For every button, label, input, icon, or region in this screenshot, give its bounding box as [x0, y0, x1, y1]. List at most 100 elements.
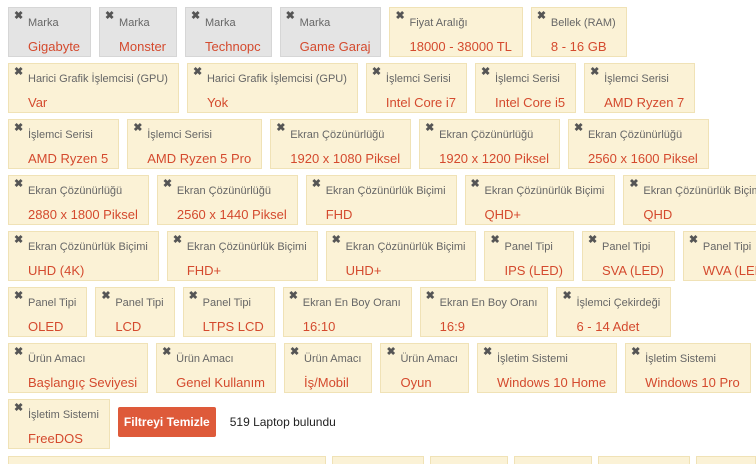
close-icon[interactable]: ✖	[14, 179, 23, 190]
close-icon[interactable]: ✖	[425, 123, 434, 134]
close-icon[interactable]: ✖	[193, 67, 202, 78]
close-icon[interactable]: ✖	[14, 403, 23, 414]
close-icon[interactable]: ✖	[590, 67, 599, 78]
filter-category-label: Ürün Amacı	[28, 353, 86, 365]
filter-value-label: FHD	[325, 207, 353, 222]
filter-chip-i-sletim-sistemi-windows-10-home[interactable]: ✖ İşletim Sistemi Windows 10 Home	[476, 343, 618, 393]
close-icon[interactable]: ✖	[14, 123, 23, 134]
filter-chip-urun-amaci-i-s-mobil[interactable]: ✖ Ürün Amacı İş/Mobil	[284, 343, 373, 393]
filter-chip-i-slemci-serisi-amd-ryzen-5-pro[interactable]: ✖ İşlemci Serisi AMD Ryzen 5 Pro	[127, 119, 263, 169]
filter-chip-harici-grafik-i-slemcisi-gpu-yok[interactable]: ✖ Harici Grafik İşlemcisi (GPU) Yok	[186, 63, 358, 113]
filter-chip-panel-tipi-oled[interactable]: ✖ Panel Tipi OLED	[8, 287, 88, 337]
filter-chip-i-slemci-cekirdegi-6-14-adet[interactable]: ✖ İşlemci Çekirdeği 6 - 14 Adet	[556, 287, 672, 337]
close-icon[interactable]: ✖	[483, 347, 492, 358]
filter-chip-panel-tipi-sva-led[interactable]: ✖ Panel Tipi SVA (LED)	[582, 231, 675, 281]
close-icon[interactable]: ✖	[173, 235, 182, 246]
filter-category-label: Marka	[119, 17, 150, 29]
filter-chip-i-sletim-sistemi-windows-10-pro[interactable]: ✖ İşletim Sistemi Windows 10 Pro	[625, 343, 751, 393]
filter-chip-marka-gigabyte[interactable]: ✖ Marka Gigabyte	[8, 7, 92, 57]
close-icon[interactable]: ✖	[631, 347, 640, 358]
filter-chip-ekran-en-boy-orani-16-9[interactable]: ✖ Ekran En Boy Oranı 16:9	[419, 287, 549, 337]
filter-category-label: İşlemci Serisi	[604, 73, 669, 85]
close-icon[interactable]: ✖	[490, 235, 499, 246]
close-icon[interactable]: ✖	[14, 11, 23, 22]
filter-chip-marka-monster[interactable]: ✖ Marka Monster	[99, 7, 178, 57]
close-icon[interactable]: ✖	[562, 291, 571, 302]
close-icon[interactable]: ✖	[537, 11, 546, 22]
filter-chip-i-slemci-serisi-amd-ryzen-7[interactable]: ✖ İşlemci Serisi AMD Ryzen 7	[584, 63, 696, 113]
filter-chip-ekran-cozunurluk-bicimi-qhd[interactable]: ✖ Ekran Çözünürlük Biçimi QHD	[623, 175, 756, 225]
filter-category-label: Panel Tipi	[602, 241, 651, 253]
filter-chip-panel-tipi-ips-led[interactable]: ✖ Panel Tipi IPS (LED)	[484, 231, 574, 281]
filter-chip-urun-amaci-baslangic-seviyesi[interactable]: ✖ Ürün Amacı Başlangıç Seviyesi	[8, 343, 149, 393]
close-icon[interactable]: ✖	[14, 67, 23, 78]
close-icon[interactable]: ✖	[689, 235, 698, 246]
filter-chip-urun-amaci-oyun[interactable]: ✖ Ürün Amacı Oyun	[380, 343, 469, 393]
filter-chip-ekran-cozunurluk-bicimi-uhd-4k[interactable]: ✖ Ekran Çözünürlük Biçimi UHD (4K)	[8, 231, 159, 281]
filter-chip-ekran-cozunurlugu-2560-x-1440-piksel[interactable]: ✖ Ekran Çözünürlüğü 2560 x 1440 Piksel	[156, 175, 298, 225]
close-icon[interactable]: ✖	[395, 11, 404, 22]
filter-chip-panel-tipi-ltps-lcd[interactable]: ✖ Panel Tipi LTPS LCD	[182, 287, 275, 337]
filter-category-label: Harici Grafik İşlemcisi (GPU)	[206, 73, 347, 85]
filter-chip-i-slemci-serisi-intel-core-i7[interactable]: ✖ İşlemci Serisi Intel Core i7	[365, 63, 467, 113]
close-icon[interactable]: ✖	[426, 291, 435, 302]
close-icon[interactable]: ✖	[14, 235, 23, 246]
filter-chip-ekran-cozunurluk-bicimi-uhd[interactable]: ✖ Ekran Çözünürlük Biçimi UHD+	[325, 231, 477, 281]
close-icon[interactable]: ✖	[332, 235, 341, 246]
clear-filters-button[interactable]: Filtreyi Temizle	[117, 407, 216, 437]
close-icon[interactable]: ✖	[290, 347, 299, 358]
filter-chip-ekran-cozunurlugu-2560-x-1600-piksel[interactable]: ✖ Ekran Çözünürlüğü 2560 x 1600 Piksel	[567, 119, 709, 169]
close-icon[interactable]: ✖	[191, 11, 200, 22]
filter-chip-urun-amaci-genel-kullanim[interactable]: ✖ Ürün Amacı Genel Kullanım	[156, 343, 277, 393]
filter-chip-panel-tipi-wva-led[interactable]: ✖ Panel Tipi WVA (LED)	[682, 231, 756, 281]
filter-category-label: Ekran Çözünürlüğü	[290, 129, 385, 141]
filter-chip-harici-grafik-i-slemcisi-gpu-var[interactable]: ✖ Harici Grafik İşlemcisi (GPU) Var	[8, 63, 179, 113]
close-icon[interactable]: ✖	[289, 291, 298, 302]
close-icon[interactable]: ✖	[286, 11, 295, 22]
filter-chip-panel-tipi-lcd[interactable]: ✖ Panel Tipi LCD	[95, 287, 175, 337]
close-icon[interactable]: ✖	[629, 179, 638, 190]
filter-chip-marka-technopc[interactable]: ✖ Marka Technopc	[185, 7, 272, 57]
filter-value-label: FreeDOS	[28, 431, 83, 446]
filter-chip-ekran-cozunurluk-bicimi-fhd[interactable]: ✖ Ekran Çözünürlük Biçimi FHD	[305, 175, 457, 225]
close-icon[interactable]: ✖	[386, 347, 395, 358]
close-icon[interactable]: ✖	[471, 179, 480, 190]
close-icon[interactable]: ✖	[163, 179, 172, 190]
filter-category-label: Harici Grafik İşlemcisi (GPU)	[28, 73, 168, 85]
close-icon[interactable]: ✖	[162, 347, 171, 358]
filter-chip-bellek-ram-8-16-gb[interactable]: ✖ Bellek (RAM) 8 - 16 GB	[530, 7, 627, 57]
filter-value-label: İş/Mobil	[304, 375, 349, 390]
filter-value-label: Başlangıç Seviyesi	[28, 375, 138, 390]
close-icon[interactable]: ✖	[105, 11, 114, 22]
close-icon[interactable]: ✖	[481, 67, 490, 78]
filter-value-label: 16:9	[439, 319, 465, 334]
filter-chip-ekran-cozunurluk-bicimi-qhd[interactable]: ✖ Ekran Çözünürlük Biçimi QHD+	[464, 175, 616, 225]
close-icon[interactable]: ✖	[276, 123, 285, 134]
close-icon[interactable]: ✖	[101, 291, 110, 302]
filter-chip-ekran-cozunurluk-bicimi-fhd[interactable]: ✖ Ekran Çözünürlük Biçimi FHD+	[166, 231, 318, 281]
filter-category-label: Ekran Çözünürlüğü	[176, 185, 272, 197]
filter-chip-ekran-en-boy-orani-16-10[interactable]: ✖ Ekran En Boy Oranı 16:10	[282, 287, 412, 337]
filter-category-label: İşlemci Çekirdeği	[576, 297, 661, 309]
close-icon[interactable]: ✖	[14, 291, 23, 302]
filter-chip-i-slemci-serisi-intel-core-i5[interactable]: ✖ İşlemci Serisi Intel Core i5	[475, 63, 577, 113]
close-icon[interactable]: ✖	[14, 347, 23, 358]
close-icon[interactable]: ✖	[574, 123, 583, 134]
filter-chip-i-slemci-serisi-amd-ryzen-5[interactable]: ✖ İşlemci Serisi AMD Ryzen 5	[8, 119, 120, 169]
close-icon[interactable]: ✖	[189, 291, 198, 302]
filter-category-label: Panel Tipi	[702, 241, 752, 253]
close-icon[interactable]: ✖	[133, 123, 142, 134]
filter-value-label: Genel Kullanım	[176, 375, 266, 390]
filter-chip-ekran-cozunurlugu-1920-x-1080-piksel[interactable]: ✖ Ekran Çözünürlüğü 1920 x 1080 Piksel	[270, 119, 412, 169]
filter-chip-ekran-cozunurlugu-2880-x-1800-piksel[interactable]: ✖ Ekran Çözünürlüğü 2880 x 1800 Piksel	[8, 175, 149, 225]
filter-category-label: Ekran Çözünürlüğü	[439, 129, 534, 141]
filter-chip-ekran-cozunurlugu-1920-x-1200-piksel[interactable]: ✖ Ekran Çözünürlüğü 1920 x 1200 Piksel	[419, 119, 560, 169]
filter-category-label: Ekran Çözünürlük Biçimi	[484, 185, 605, 197]
close-icon[interactable]: ✖	[312, 179, 321, 190]
filter-chip-marka-game-garaj[interactable]: ✖ Marka Game Garaj	[279, 7, 382, 57]
filter-chip-i-sletim-sistemi-freedos[interactable]: ✖ İşletim Sistemi FreeDOS	[8, 399, 110, 449]
filter-value-label: Gigabyte	[28, 39, 81, 54]
filter-chip-fiyat-araligi-18000-38000-tl[interactable]: ✖ Fiyat Aralığı 18000 - 38000 TL	[389, 7, 523, 57]
close-icon[interactable]: ✖	[588, 235, 597, 246]
close-icon[interactable]: ✖	[372, 67, 381, 78]
